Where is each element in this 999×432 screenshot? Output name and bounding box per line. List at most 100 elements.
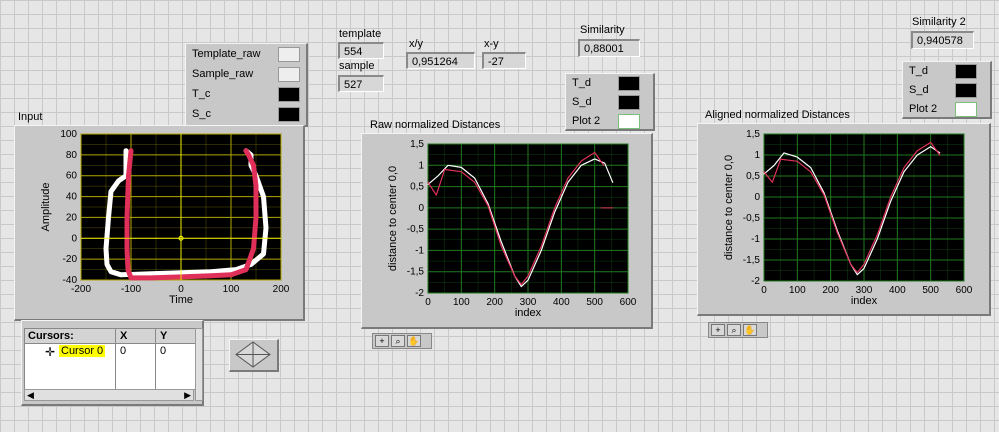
x-tick-label: 600 [956, 285, 973, 296]
legend-item-td[interactable]: T_d [572, 75, 591, 91]
legend-item-sd[interactable]: S_d [909, 82, 929, 98]
y-axis-label: distance to center 0,0 [723, 155, 735, 260]
input-graph-title: Input [18, 111, 43, 123]
plot-legend-icon[interactable] [618, 114, 640, 129]
vertical-scrollbar[interactable] [195, 328, 203, 401]
y-tick-label: -1 [415, 245, 424, 256]
x-minus-y-label: x-y [484, 38, 499, 50]
y-tick-label: -1 [751, 234, 760, 245]
y-tick-label: 0,5 [746, 171, 760, 182]
graph-palette-raw: + ⌕ ✋ [372, 333, 432, 349]
plot-legend-icon[interactable] [278, 87, 300, 102]
legend-item-plot2[interactable]: Plot 2 [909, 101, 937, 117]
cursor-row-x[interactable]: 0 [120, 345, 126, 357]
cursor-row-name[interactable]: Cursor 0 [59, 345, 106, 357]
legend-item-template-raw[interactable]: Template_raw [192, 46, 260, 62]
scroll-right-icon[interactable]: ▶ [184, 390, 191, 401]
y-tick-label: 60 [66, 171, 78, 182]
plot-legend-icon[interactable] [955, 102, 977, 117]
diamond-arrows-icon[interactable] [230, 340, 276, 369]
legend-item-sc[interactable]: S_c [192, 106, 211, 122]
plot-legend-input: Template_raw Sample_raw T_c S_c [185, 43, 308, 127]
graph-palette-aligned: + ⌕ ✋ [708, 322, 768, 338]
xy-value: 0,951264 [406, 52, 475, 69]
similarity-label: Similarity [580, 24, 625, 36]
cursor-table: Cursors: X Y ✛ Cursor 0 0 0 [24, 328, 196, 390]
y-axis-label: distance to center 0,0 [387, 166, 399, 271]
template-label: template [339, 28, 382, 40]
similarity2-label: Similarity 2 [912, 16, 966, 28]
legend-item-plot2[interactable]: Plot 2 [572, 113, 600, 129]
aligned-distances-graph: 0 100 200 300 400 500 600 1,5 1 0,5 0 -0,5 -1 -1,5 -2 i… [697, 123, 991, 316]
hand-icon[interactable]: ✋ [407, 335, 421, 347]
legend-item-tc[interactable]: T_c [192, 86, 210, 102]
template-value: 554 [338, 42, 384, 59]
y-tick-label: 0 [71, 233, 77, 244]
x-axis-label: index [515, 307, 542, 319]
x-tick-label: 200 [486, 297, 503, 308]
x-tick-label: 200 [822, 285, 839, 296]
plot-legend-icon[interactable] [618, 95, 640, 110]
hand-icon[interactable]: ✋ [743, 324, 757, 336]
y-tick-label: 20 [66, 212, 78, 223]
y-tick-label: 1,5 [746, 129, 760, 140]
y-tick-label: -1,5 [743, 255, 761, 266]
cursor-header-name: Cursors: [28, 330, 74, 342]
aligned-distances-svg: 0 100 200 300 400 500 6001,510,50-0,5-1-1,5-2i… [723, 129, 973, 307]
y-tick-label: 1 [754, 150, 760, 161]
plot-legend-icon[interactable] [955, 83, 977, 98]
plot-legend-icon[interactable] [278, 47, 300, 62]
y-tick-label: 1 [418, 160, 424, 171]
x-tick-label: 500 [922, 285, 939, 296]
plot-legend-icon[interactable] [278, 107, 300, 122]
xy-label: x/y [409, 38, 424, 50]
scroll-left-icon[interactable]: ◀ [27, 390, 34, 401]
cursor-move-icon[interactable]: + [711, 324, 725, 336]
y-tick-label: -1,5 [407, 267, 425, 278]
cursor-move-icon[interactable]: + [375, 335, 389, 347]
y-tick-label: 1,5 [410, 139, 424, 150]
y-axis-label: Amplitude [40, 183, 52, 232]
cursor-header-x: X [120, 330, 128, 342]
y-tick-label: -0,5 [743, 213, 761, 224]
legend-item-td[interactable]: T_d [909, 63, 928, 79]
cursor-row-y[interactable]: 0 [160, 345, 166, 357]
horizontal-scrollbar[interactable]: ◀ ▶ [24, 389, 194, 401]
y-tick-label: 0 [418, 203, 424, 214]
x-tick-label: 400 [553, 297, 570, 308]
y-tick-label: 100 [60, 129, 77, 140]
y-tick-label: -40 [63, 275, 78, 286]
cursor-movement-pad[interactable] [229, 339, 279, 372]
x-tick-label: 600 [620, 297, 637, 308]
legend-item-sd[interactable]: S_d [572, 94, 592, 110]
x-tick-label: -100 [121, 284, 141, 295]
legend-item-sample-raw[interactable]: Sample_raw [192, 66, 253, 82]
y-tick-label: 0,5 [410, 182, 424, 193]
aligned-graph-title: Aligned normalized Distances [705, 109, 850, 121]
zoom-icon[interactable]: ⌕ [391, 335, 405, 347]
y-tick-label: -0,5 [407, 224, 425, 235]
similarity-value: 0,88001 [578, 39, 640, 57]
x-tick-label: 0 [761, 285, 767, 296]
x-tick-label: 100 [789, 285, 806, 296]
x-axis-label: index [851, 295, 878, 307]
x-tick-label: 200 [273, 284, 290, 295]
y-tick-label: -20 [63, 254, 78, 265]
zoom-icon[interactable]: ⌕ [727, 324, 741, 336]
sample-value: 527 [338, 75, 384, 92]
y-tick-label: -2 [751, 276, 760, 287]
raw-distances-svg: 0 100 200 300 400 500 6001,510,50-0,5-1-1,5-2i… [387, 139, 637, 319]
plot-legend-icon[interactable] [618, 76, 640, 91]
x-minus-y-value: -27 [482, 52, 526, 69]
cursor-header-y: Y [160, 330, 168, 342]
cursor-crosshair-icon[interactable]: ✛ [45, 345, 55, 359]
plot-legend-icon[interactable] [278, 67, 300, 82]
raw-distances-graph: 0 100 200 300 400 500 600 1,5 1 0,5 0 -0,5 -1 -1,5 -2 i… [361, 133, 653, 329]
sample-label: sample [339, 60, 375, 72]
x-tick-label: 0 [425, 297, 431, 308]
y-tick-label: -2 [415, 288, 424, 299]
x-tick-label: 100 [453, 297, 470, 308]
plot-legend-icon[interactable] [955, 64, 977, 79]
x-tick-label: 500 [586, 297, 603, 308]
y-tick-label: 0 [754, 192, 760, 203]
